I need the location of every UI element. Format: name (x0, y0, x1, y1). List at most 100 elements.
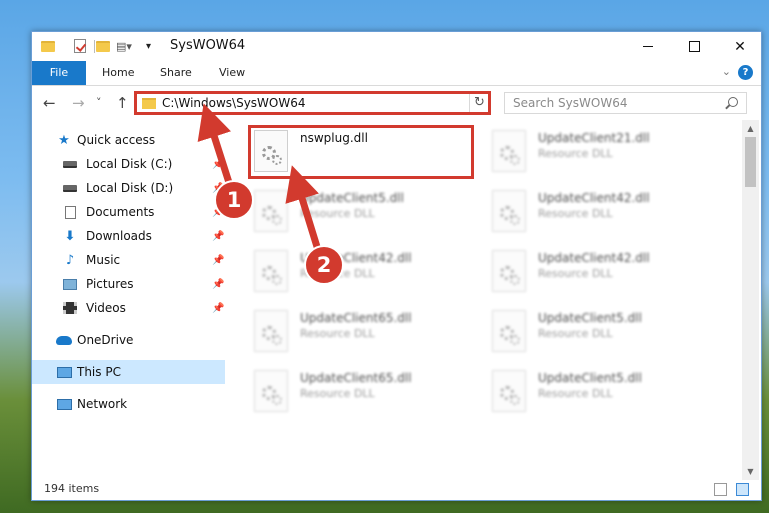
file-name: UpdateClient5.dll (538, 311, 642, 325)
sidebar-item-label: Music (86, 253, 121, 267)
sidebar-item-network[interactable]: Network (32, 392, 225, 416)
file-name: UpdateClient21.dll (538, 131, 650, 145)
file-item[interactable]: UpdateClient5.dll Resource DLL (492, 370, 722, 422)
expand-ribbon-icon[interactable]: ⌄ (722, 65, 731, 78)
status-bar: 194 items (32, 480, 761, 500)
search-icon[interactable] (728, 97, 738, 107)
dll-file-icon (492, 370, 526, 412)
sidebar-item-downloads[interactable]: ⬇ Downloads 📌 (32, 224, 225, 248)
tab-share[interactable]: Share (160, 61, 192, 85)
window-title: SysWOW64 (170, 38, 246, 53)
vertical-scrollbar[interactable]: ▲ ▼ (742, 120, 759, 480)
sidebar-item-local-disk-d[interactable]: Local Disk (D:) 📌 (32, 176, 225, 200)
forward-button[interactable]: → (72, 94, 85, 112)
file-type: Resource DLL (538, 207, 613, 220)
file-type: Resource DLL (300, 327, 375, 340)
scroll-down-icon[interactable]: ▼ (742, 463, 759, 480)
sidebar-item-label: Videos (86, 301, 126, 315)
disk-icon (62, 157, 78, 171)
file-item[interactable]: UpdateClient5.dll Resource DLL (492, 310, 722, 362)
file-item[interactable]: UpdateClient65.dll Resource DLL (254, 370, 484, 422)
pin-icon[interactable]: 📌 (212, 255, 224, 266)
recent-locations-button[interactable]: ˅ (96, 96, 102, 109)
sidebar-item-label: Pictures (86, 277, 134, 291)
network-icon (56, 397, 72, 411)
file-item[interactable]: UpdateClient42.dll Resource DLL (492, 250, 722, 302)
search-input[interactable]: Search SysWOW64 (504, 92, 747, 114)
sidebar-item-label: Downloads (86, 229, 152, 243)
music-note-icon: ♪ (65, 252, 75, 268)
file-explorer-window: ▤▾ ▾ SysWOW64 ✕ File Home Share View ⌄ ?… (31, 31, 762, 501)
file-item[interactable]: UpdateClient21.dll Resource DLL (492, 130, 722, 182)
download-arrow-icon: ⬇ (64, 228, 76, 244)
pin-icon[interactable]: 📌 (212, 303, 224, 314)
new-folder-icon[interactable] (96, 38, 110, 54)
maximize-button[interactable] (671, 32, 717, 61)
file-name: UpdateClient65.dll (300, 311, 412, 325)
sidebar-item-label: OneDrive (77, 333, 134, 347)
file-type: Resource DLL (300, 207, 375, 220)
up-button[interactable]: ↑ (116, 94, 129, 112)
sidebar-item-quick-access[interactable]: ★ Quick access (32, 128, 225, 152)
sidebar-item-label: Documents (86, 205, 155, 219)
sidebar-item-local-disk-c[interactable]: Local Disk (C:) 📌 (32, 152, 225, 176)
documents-icon (62, 205, 78, 219)
file-item[interactable]: UpdateClient65.dll Resource DLL (254, 310, 484, 362)
dll-file-icon (254, 370, 288, 412)
video-icon (62, 301, 78, 315)
file-highlight-box (248, 125, 474, 179)
large-icons-view-icon[interactable] (736, 483, 749, 496)
dll-file-icon (254, 190, 288, 232)
dll-file-icon (492, 250, 526, 292)
file-list: nswplug.dll UpdateClient21.dll Resource … (228, 120, 744, 480)
cloud-icon (56, 333, 72, 347)
sidebar-item-this-pc[interactable]: This PC (32, 360, 225, 384)
pin-icon[interactable]: 📌 (212, 279, 224, 290)
customize-quick-access-icon[interactable]: ▤▾ (116, 38, 132, 54)
sidebar-item-music[interactable]: ♪ Music 📌 (32, 248, 225, 272)
pin-icon[interactable]: 📌 (212, 231, 224, 242)
file-name: UpdateClient42.dll (538, 251, 650, 265)
file-item[interactable]: UpdateClient42.dll Resource DLL (492, 190, 722, 242)
navigation-bar: ← → ˅ ↑ C:\Windows\SysWOW64 ˅ ↻ Search S… (32, 86, 761, 120)
sidebar-item-label: This PC (77, 365, 121, 379)
tab-home[interactable]: Home (102, 61, 134, 85)
dll-file-icon (492, 190, 526, 232)
back-button[interactable]: ← (43, 94, 56, 112)
file-name: UpdateClient42.dll (538, 191, 650, 205)
scrollbar-thumb[interactable] (745, 137, 756, 187)
tab-file[interactable]: File (32, 61, 86, 85)
sidebar-item-documents[interactable]: Documents 📌 (32, 200, 225, 224)
close-button[interactable]: ✕ (717, 32, 763, 61)
file-type: Resource DLL (538, 387, 613, 400)
file-item[interactable]: UpdateClient42.dll Resource DLL (254, 250, 484, 302)
file-name: UpdateClient5.dll (538, 371, 642, 385)
scroll-up-icon[interactable]: ▲ (742, 120, 759, 137)
annotation-badge-1: 1 (214, 180, 254, 220)
tab-view[interactable]: View (219, 61, 245, 85)
star-icon: ★ (58, 132, 70, 148)
pin-icon[interactable]: 📌 (212, 159, 224, 170)
divider (94, 40, 95, 53)
sidebar-item-videos[interactable]: Videos 📌 (32, 296, 225, 320)
sidebar-item-label: Local Disk (C:) (86, 157, 173, 171)
file-type: Resource DLL (538, 147, 613, 160)
dll-file-icon (254, 310, 288, 352)
sidebar-item-onedrive[interactable]: OneDrive (32, 328, 225, 352)
pictures-icon (62, 277, 78, 291)
details-view-icon[interactable] (714, 483, 727, 496)
file-type: Resource DLL (538, 267, 613, 280)
file-type: Resource DLL (300, 387, 375, 400)
sidebar-item-pictures[interactable]: Pictures 📌 (32, 272, 225, 296)
file-item[interactable]: UpdateClient5.dll Resource DLL (254, 190, 484, 242)
annotation-badge-2: 2 (304, 245, 344, 285)
properties-icon[interactable] (74, 38, 86, 54)
file-name: UpdateClient65.dll (300, 371, 412, 385)
quick-access-dropdown-icon[interactable]: ▾ (146, 38, 151, 54)
dll-file-icon (492, 130, 526, 172)
minimize-button[interactable] (625, 32, 671, 61)
help-icon[interactable]: ? (738, 65, 753, 80)
file-name: UpdateClient5.dll (300, 191, 404, 205)
sidebar-item-label: Local Disk (D:) (86, 181, 174, 195)
folder-icon (41, 38, 55, 54)
